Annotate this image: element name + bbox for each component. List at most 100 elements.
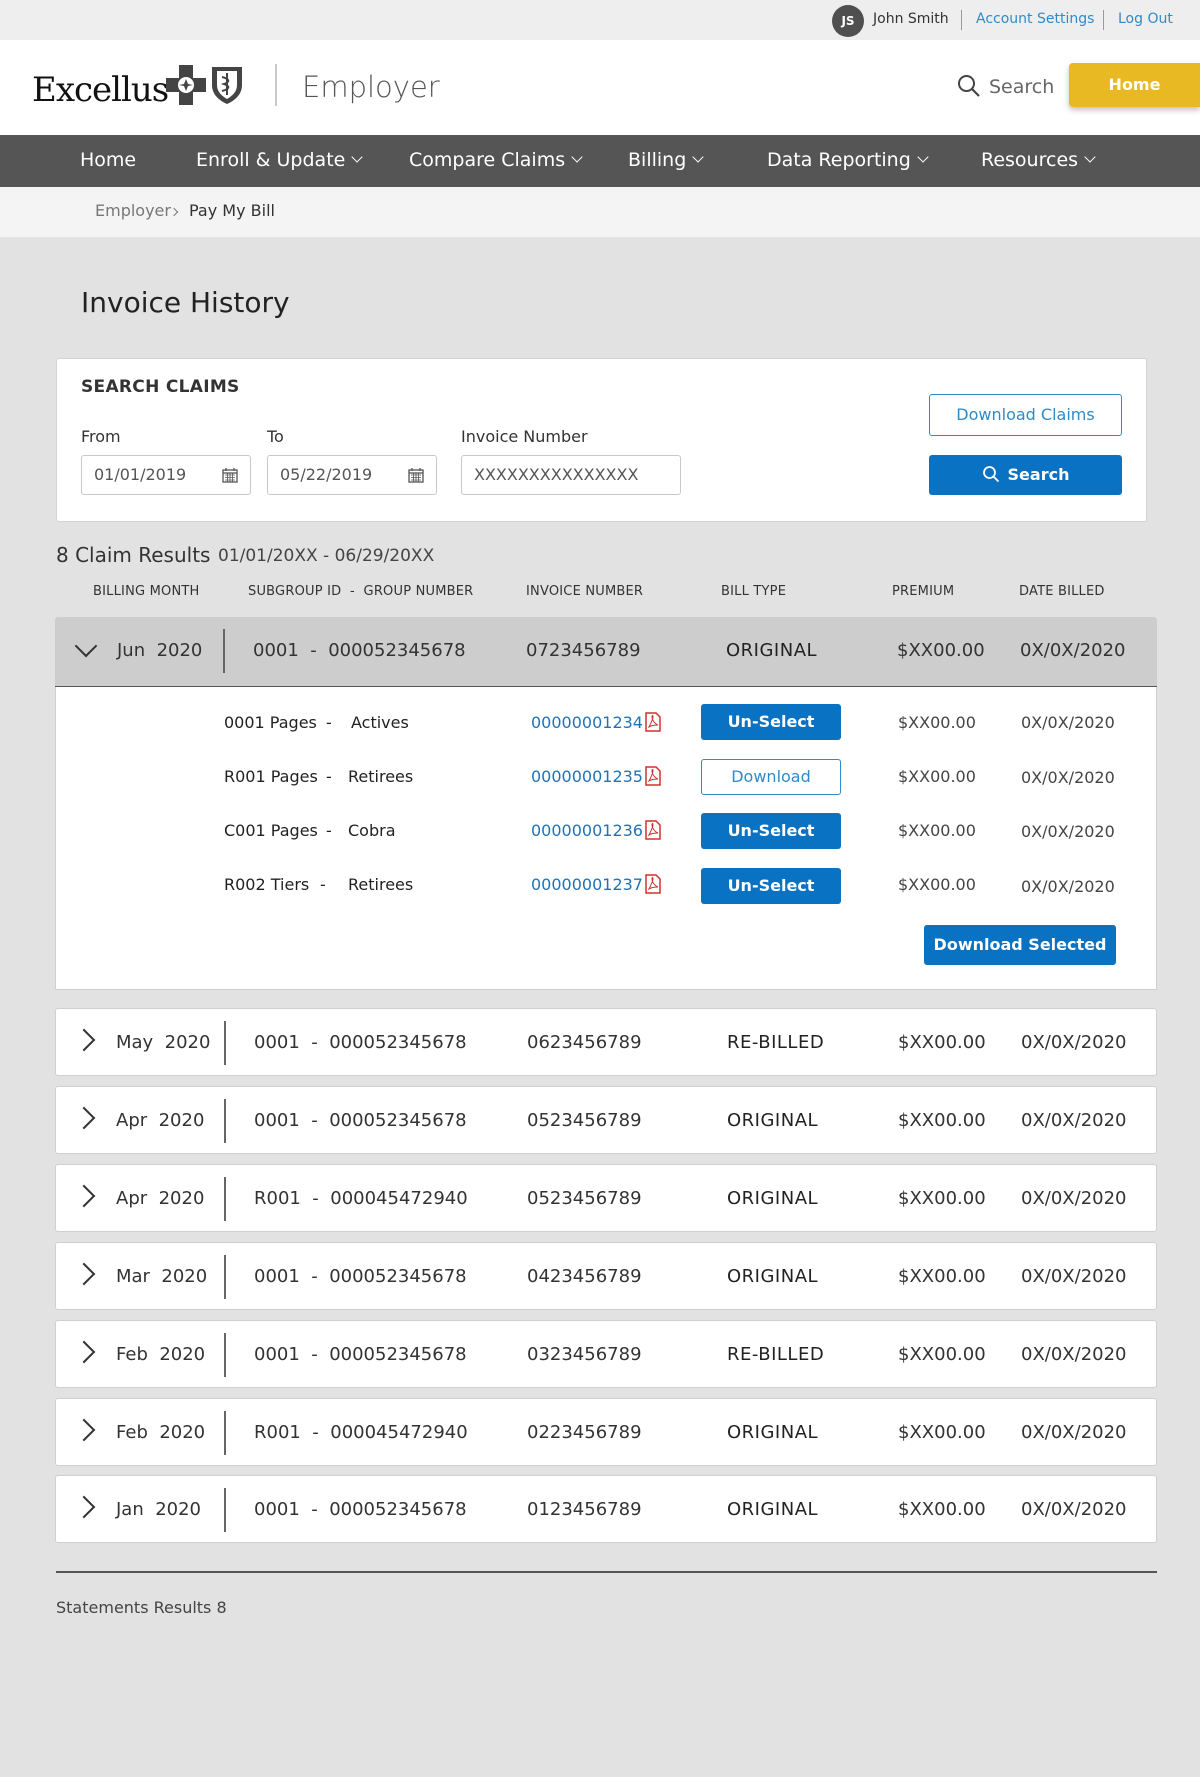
header-search-link[interactable]: Search [989,76,1054,98]
bill-type: RE-BILLED [727,1344,825,1365]
column-header-premium[interactable]: PREMIUM [892,584,954,599]
group-number: 0001 - 000052345678 [254,1032,467,1053]
bill-type: RE-BILLED [727,1032,825,1053]
sub-invoice-link[interactable]: 00000001234 [531,713,643,732]
chevron-right-icon[interactable] [72,1495,96,1519]
chevron-right-icon[interactable] [72,1106,96,1130]
invoice-row[interactable]: Mar 2020 0001 - 000052345678 0423456789 … [55,1242,1157,1310]
billing-month: Jan 2020 [116,1499,201,1520]
nav-item-resources[interactable]: Resources [981,149,1096,171]
sub-row-dash: - [320,875,326,894]
column-header-date-billed[interactable]: DATE BILLED [1019,584,1105,599]
unselect-button[interactable]: Un-Select [701,704,841,740]
download-claims-button[interactable]: Download Claims [929,394,1122,436]
blue-shield-logo-icon [212,67,242,104]
chevron-down-icon[interactable] [74,634,98,658]
bill-type: ORIGINAL [727,1110,819,1131]
nav-item-home[interactable]: Home [80,149,136,171]
invoice-number: 0723456789 [526,640,641,661]
sub-row-type: Retirees [348,767,414,786]
sub-premium: $XX00.00 [898,767,976,786]
sub-row-code: R001 Pages [224,767,318,786]
logout-link[interactable]: Log Out [1118,11,1173,27]
column-header-invoice-number[interactable]: INVOICE NUMBER [526,584,643,599]
row-divider [223,629,225,673]
download-button[interactable]: Download [701,759,841,795]
search-icon[interactable] [957,74,981,98]
bill-type: ORIGINAL [727,1499,819,1520]
chevron-right-icon[interactable] [72,1418,96,1442]
chevron-down-icon [917,151,929,163]
sub-row-type: Actives [351,713,409,732]
invoice-number: 0423456789 [527,1266,642,1287]
unselect-button[interactable]: Un-Select [701,868,841,904]
divider [56,1571,1157,1573]
date-billed: 0X/0X/2020 [1021,1499,1127,1520]
nav-item-compare-claims[interactable]: Compare Claims [409,149,583,171]
invoice-number: 0223456789 [527,1422,642,1443]
pdf-icon[interactable] [645,874,661,894]
chevron-right-icon[interactable] [72,1028,96,1052]
sub-row-code: R002 Tiers [224,875,310,894]
invoice-row[interactable]: Apr 2020 R001 - 000045472940 0523456789 … [55,1164,1157,1232]
invoice-number: 0123456789 [527,1499,642,1520]
bill-type: ORIGINAL [727,1266,819,1287]
header-divider [275,64,277,106]
main-nav: Home Enroll & Update Compare Claims Bill… [0,135,1200,187]
portal-name: Employer [302,70,440,104]
results-date-range: 01/01/20XX - 06/29/20XX [218,546,435,566]
sub-row-type: Retirees [348,875,414,894]
billing-month: Feb 2020 [116,1422,206,1443]
sub-row-code: C001 Pages [224,821,318,840]
pdf-icon[interactable] [645,820,661,840]
nav-item-data-reporting[interactable]: Data Reporting [767,149,929,171]
sub-premium: $XX00.00 [898,875,976,894]
premium: $XX00.00 [898,1032,986,1053]
avatar[interactable]: JS [832,5,864,37]
invoice-row[interactable]: Feb 2020 R001 - 000045472940 0223456789 … [55,1398,1157,1466]
from-date-field[interactable]: 01/01/2019 [81,455,251,495]
group-number: 0001 - 000052345678 [254,1499,467,1520]
chevron-right-icon[interactable] [72,1262,96,1286]
invoice-number: 0523456789 [527,1188,642,1209]
search-button[interactable]: Search [929,455,1122,495]
nav-item-enroll-update[interactable]: Enroll & Update [196,149,363,171]
group-number: 0001 - 000052345678 [254,1110,467,1131]
chevron-right-icon[interactable] [72,1184,96,1208]
account-settings-link[interactable]: Account Settings [976,11,1094,27]
home-button[interactable]: Home [1069,63,1200,107]
sub-date: 0X/0X/2020 [1021,877,1115,896]
user-name[interactable]: John Smith [873,11,949,27]
column-header-subgroup[interactable]: SUBGROUP ID - GROUP NUMBER [248,584,473,599]
breadcrumb: Employer Pay My Bill [0,187,1200,237]
logo-wordmark[interactable]: Excellus [32,70,169,110]
bill-type: ORIGINAL [727,1422,819,1443]
chevron-right-icon[interactable] [72,1340,96,1364]
date-billed: 0X/0X/2020 [1021,1344,1127,1365]
unselect-button[interactable]: Un-Select [701,813,841,849]
sub-invoice-link[interactable]: 00000001236 [531,821,643,840]
group-number: 0001 - 000052345678 [253,640,466,661]
sub-invoice-link[interactable]: 00000001237 [531,875,643,894]
invoice-row-expanded[interactable]: Jun 2020 0001 - 000052345678 0723456789 … [55,617,1157,687]
sub-invoice-link[interactable]: 00000001235 [531,767,643,786]
row-divider [224,1411,226,1455]
breadcrumb-parent[interactable]: Employer [95,201,171,220]
column-header-bill-type[interactable]: BILL TYPE [721,584,786,599]
pdf-icon[interactable] [645,712,661,732]
bill-type: ORIGINAL [727,1188,819,1209]
nav-item-billing[interactable]: Billing [628,149,704,171]
calendar-icon[interactable] [222,467,238,483]
download-selected-button[interactable]: Download Selected [924,925,1116,965]
date-billed: 0X/0X/2020 [1020,640,1126,661]
invoice-number-field[interactable]: XXXXXXXXXXXXXXX [461,455,681,495]
invoice-row[interactable]: Feb 2020 0001 - 000052345678 0323456789 … [55,1320,1157,1388]
column-header-billing-month[interactable]: BILLING MONTH [93,584,200,599]
to-date-field[interactable]: 05/22/2019 [267,455,437,495]
invoice-row[interactable]: Jan 2020 0001 - 000052345678 0123456789 … [55,1475,1157,1543]
calendar-icon[interactable] [408,467,424,483]
premium: $XX00.00 [898,1422,986,1443]
invoice-row[interactable]: Apr 2020 0001 - 000052345678 0523456789 … [55,1086,1157,1154]
invoice-row[interactable]: May 2020 0001 - 000052345678 0623456789 … [55,1008,1157,1076]
pdf-icon[interactable] [645,766,661,786]
